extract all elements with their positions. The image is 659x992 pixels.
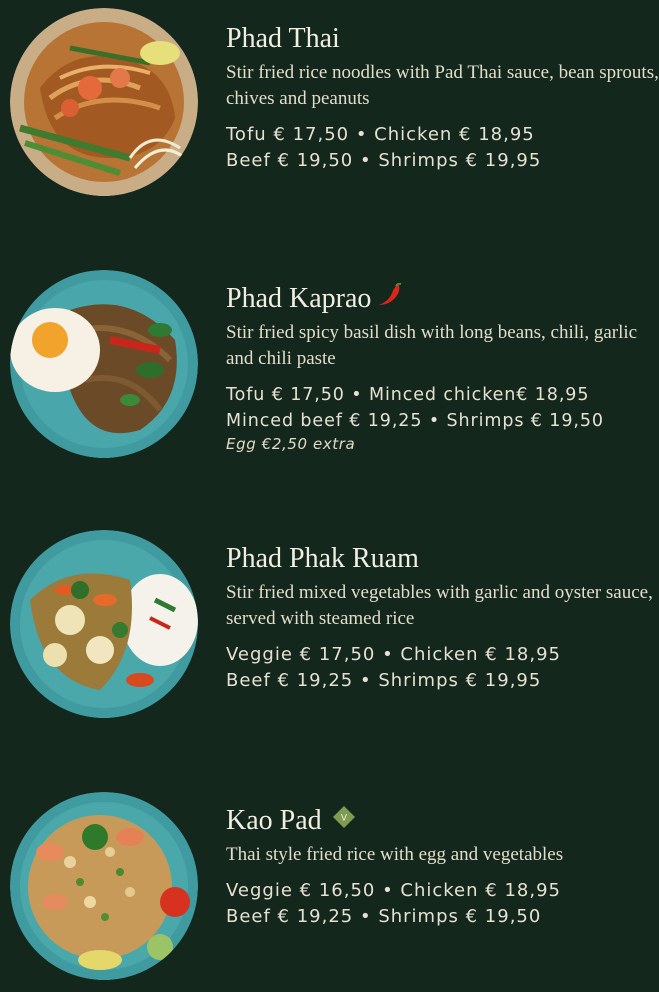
item-title: Phad Kaprao <box>226 282 659 316</box>
price-line: Tofu € 17,50 • Minced chicken€ 18,95 <box>226 385 590 405</box>
item-title: Phad Thai <box>226 23 340 54</box>
item-description: Stir fried spicy basil dish with long be… <box>226 322 638 369</box>
fried-rice-photo <box>10 792 198 980</box>
svg-text:V: V <box>341 814 348 824</box>
price-line: Beef € 19,25 • Shrimps € 19,95 <box>226 670 542 691</box>
vegetarian-icon: V <box>332 804 356 838</box>
item-text: Phad Kaprao Stir fried spicy basil dish … <box>226 282 659 454</box>
price-line: Minced beef € 19,25 • Shrimps € 19,50 <box>226 411 604 431</box>
item-text: Kao Pad V Thai style fried rice with egg… <box>226 804 659 930</box>
item-text: Phad Thai Stir fried rice noodles with P… <box>226 22 659 174</box>
price-line: Beef € 19,25 • Shrimps € 19,50 <box>226 906 542 927</box>
price-line: Tofu € 17,50 • Chicken € 18,95 <box>226 124 535 145</box>
price-line: Veggie € 16,50 • Chicken € 18,95 <box>226 880 561 901</box>
item-description: Stir fried rice noodles with Pad Thai sa… <box>226 62 659 109</box>
item-text: Phad Phak Ruam Stir fried mixed vegetabl… <box>226 542 659 694</box>
basil-dish-photo <box>10 270 198 458</box>
item-description: Stir fried mixed vegetables with garlic … <box>226 582 653 629</box>
menu-item-phad-phak-ruam: Phad Phak Ruam Stir fried mixed vegetabl… <box>0 530 659 730</box>
menu-item-phad-kaprao: Phad Kaprao Stir fried spicy basil dish … <box>0 270 659 470</box>
chili-icon <box>377 282 403 316</box>
price-line: Beef € 19,50 • Shrimps € 19,95 <box>226 150 542 171</box>
menu-item-kao-pad: Kao Pad V Thai style fried rice with egg… <box>0 792 659 992</box>
extra-note: Egg €2,50 extra <box>226 435 356 453</box>
vegetable-dish-photo <box>10 530 198 718</box>
price-line: Veggie € 17,50 • Chicken € 18,95 <box>226 644 561 665</box>
item-description: Thai style fried rice with egg and veget… <box>226 844 564 865</box>
item-title: Phad Phak Ruam <box>226 543 419 574</box>
item-title: Kao Pad V <box>226 804 659 838</box>
menu-item-phad-thai: Phad Thai Stir fried rice noodles with P… <box>0 8 659 208</box>
noodle-dish-photo <box>10 8 198 196</box>
